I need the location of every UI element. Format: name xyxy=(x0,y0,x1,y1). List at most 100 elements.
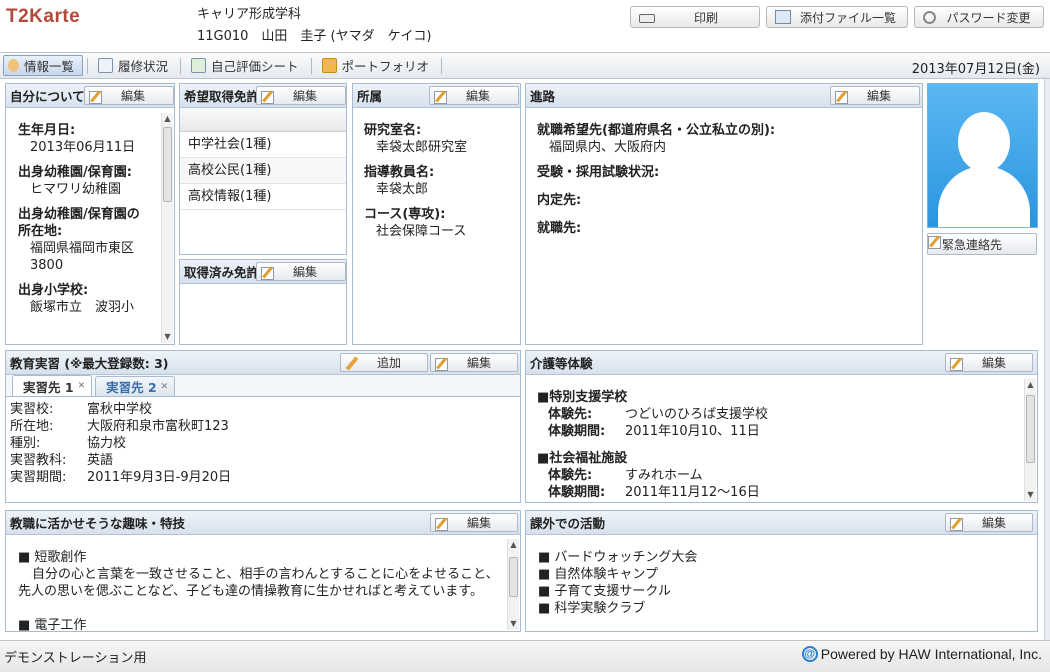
career-edit-button[interactable]: 編集 xyxy=(830,86,920,105)
scroll-down-icon[interactable]: ▼ xyxy=(508,618,519,630)
student-name: 11G010 山田 圭子 (ヤマダ ケイコ) xyxy=(197,29,432,44)
scroll-thumb[interactable] xyxy=(509,557,518,597)
detail-row: 実習期間: 2011年9月3日-9月20日 xyxy=(10,470,232,485)
activities-panel: 課外での活動 編集 ■ バードウォッチング大会 ■ 自然体験キャンプ ■ 子育て… xyxy=(525,510,1038,632)
attachments-button[interactable]: 添付ファイル一覧 xyxy=(766,6,908,28)
affiliation-edit-button[interactable]: 編集 xyxy=(429,86,519,105)
care-experience-panel: 介護等体験 編集 ■特別支援学校 体験先: つどいのひろば支援学校 体験期間: 20… xyxy=(525,350,1038,503)
close-icon[interactable]: ✕ xyxy=(161,382,169,392)
panel-title: 所属 編集 xyxy=(353,84,520,108)
panel-title: 介護等体験 編集 xyxy=(526,351,1037,375)
care-scrollbar[interactable]: ▲ ▼ xyxy=(1024,379,1036,501)
activities-edit-button[interactable]: 編集 xyxy=(945,513,1033,532)
field-value: 幸袋太郎研究室 xyxy=(376,140,468,155)
practicum-details: 実習校: 富秋中学校 所在地: 大阪府和泉市富秋町123 種別: 協力校 実習教科: 英… xyxy=(6,397,520,490)
scroll-down-icon[interactable]: ▼ xyxy=(1025,489,1036,501)
practicum-edit-button[interactable]: 編集 xyxy=(430,353,518,372)
folder-icon xyxy=(321,58,337,73)
panel-title: 課外での活動 編集 xyxy=(526,511,1037,535)
career-panel: 進路 編集 就職希望先(都道府県名・公立私立の別): 福岡県内、大阪府内 受験・… xyxy=(525,83,923,345)
field-label: 体験先: xyxy=(548,468,593,483)
at-logo-icon: @ xyxy=(801,646,818,662)
scroll-thumb[interactable] xyxy=(1026,395,1035,463)
print-button[interactable]: 印刷 xyxy=(630,6,760,28)
field-label: 体験先: xyxy=(548,407,593,422)
checklist-icon xyxy=(98,58,114,73)
field-label: 生年月日: xyxy=(18,123,76,138)
app-logo: T2Karte xyxy=(6,6,81,27)
field-label: コース(専攻): xyxy=(364,207,446,222)
detail-row: 実習教科: 英語 xyxy=(10,453,114,468)
field-value: 2013年06月11日 xyxy=(30,140,136,155)
hobby-item: ■ 電子工作 xyxy=(18,618,87,632)
window-edge xyxy=(1044,0,1050,672)
scroll-up-icon[interactable]: ▲ xyxy=(1025,379,1036,391)
avatar xyxy=(927,83,1038,228)
edit-icon xyxy=(261,89,275,104)
footer-label: デモンストレーション用 xyxy=(4,651,147,666)
practicum-panel: 教育実習 (※最大登録数: 3) 追加 編集 実習先 1 ✕ 実習先 2 ✕ 実習校… xyxy=(5,350,521,503)
activity-item: ■ 科学実験クラブ xyxy=(538,601,646,616)
desired-license-panel: 希望取得免許 編集 中学社会(1種) 高校公民(1種) 高校情報(1種) xyxy=(179,83,347,255)
hobbies-panel: 教職に活かせそうな趣味・特技 編集 ■ 短歌創作 自分の心と言葉を一致させること… xyxy=(5,510,521,632)
hobby-description: 先人の思いを偲ぶことなど、子ども達の情操教育に生かせればと考えています。 xyxy=(18,584,484,599)
scroll-up-icon[interactable]: ▲ xyxy=(162,113,173,125)
tab-info-list[interactable]: 情報一覧 xyxy=(3,55,84,76)
edit-icon xyxy=(89,89,103,104)
field-value: 2011年10月10、11日 xyxy=(625,424,760,439)
tab-portfolio[interactable]: ポートフォリオ xyxy=(318,55,438,76)
practicum-add-button[interactable]: 追加 xyxy=(340,353,428,372)
scroll-thumb[interactable] xyxy=(163,127,172,202)
acquired-license-edit-button[interactable]: 編集 xyxy=(256,262,346,281)
tab-practicum-2[interactable]: 実習先 2 ✕ xyxy=(95,376,176,396)
hobbies-edit-button[interactable]: 編集 xyxy=(430,513,518,532)
panel-title: 教育実習 (※最大登録数: 3) 追加 編集 xyxy=(6,351,520,375)
tab-self-evaluation[interactable]: 自己評価シート xyxy=(187,55,307,76)
care-edit-button[interactable]: 編集 xyxy=(945,353,1033,372)
detail-row: 所在地: 大阪府和泉市富秋町123 xyxy=(10,419,229,434)
tab-practicum-1[interactable]: 実習先 1 ✕ xyxy=(12,375,93,396)
sheet-icon xyxy=(191,58,207,73)
field-value: すみれホーム xyxy=(625,468,703,483)
about-panel: 自分について 編集 生年月日: 2013年06月11日 出身幼稚園/保育園: ヒ… xyxy=(5,83,175,345)
password-change-button[interactable]: パスワード変更 xyxy=(914,6,1044,28)
edit-icon xyxy=(435,516,449,531)
scroll-down-icon[interactable]: ▼ xyxy=(162,331,173,343)
close-icon[interactable]: ✕ xyxy=(78,381,86,391)
activity-item: ■ 子育て支援サークル xyxy=(538,584,672,599)
person-icon xyxy=(8,59,19,72)
department-label: キャリア形成学科 xyxy=(197,7,302,22)
detail-row: 種別: 協力校 xyxy=(10,436,127,451)
group-heading: ■社会福祉施設 xyxy=(537,451,628,466)
scroll-up-icon[interactable]: ▲ xyxy=(508,539,519,551)
field-value: 2011年11月12〜16日 xyxy=(625,485,760,500)
emergency-contact-button[interactable]: 緊急連絡先 xyxy=(927,233,1037,255)
panel-title: 自分について 編集 xyxy=(6,84,174,108)
nav-bar: 情報一覧 履修状況 自己評価シート ポートフォリオ 2013年07月12日(金) xyxy=(0,52,1050,79)
nav-divider xyxy=(180,57,182,74)
list-item: 高校公民(1種) xyxy=(180,158,346,184)
edit-icon xyxy=(835,89,849,104)
panel-title: 教職に活かせそうな趣味・特技 編集 xyxy=(6,511,520,535)
edit-icon xyxy=(950,356,964,371)
nav-divider xyxy=(87,57,89,74)
panel-title: 進路 編集 xyxy=(526,84,922,108)
student-info: キャリア形成学科 11G010 山田 圭子 (ヤマダ ケイコ) xyxy=(197,4,431,48)
field-value: 社会保障コース xyxy=(376,224,467,239)
about-scrollbar[interactable]: ▲ ▼ xyxy=(161,113,173,343)
about-edit-button[interactable]: 編集 xyxy=(84,86,174,105)
field-label: 体験期間: xyxy=(548,485,606,500)
footer: デモンストレーション用 @ Powered by HAW Internation… xyxy=(0,640,1050,672)
list-header xyxy=(180,108,346,132)
edit-icon xyxy=(434,89,448,104)
tab-course-status[interactable]: 履修状況 xyxy=(94,55,176,76)
nav-divider xyxy=(310,57,312,74)
hobby-description: 自分の心と言葉を一致させること、相手の言わんとすることに心をよせること、 xyxy=(32,567,499,582)
nav-divider xyxy=(441,57,443,74)
activity-item: ■ 自然体験キャンプ xyxy=(538,567,659,582)
field-value: 福岡県内、大阪府内 xyxy=(549,140,667,155)
desired-license-edit-button[interactable]: 編集 xyxy=(256,86,346,105)
activity-item: ■ バードウォッチング大会 xyxy=(538,550,698,565)
hobbies-scrollbar[interactable]: ▲ ▼ xyxy=(507,539,519,630)
attachment-icon xyxy=(775,10,791,24)
